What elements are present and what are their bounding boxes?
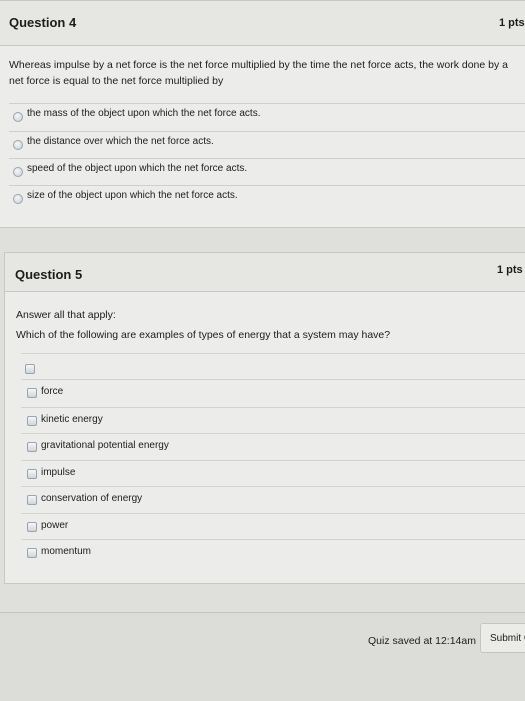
- question-5-option-6[interactable]: power: [21, 513, 525, 540]
- radio-button[interactable]: [13, 112, 23, 122]
- radio-button[interactable]: [13, 140, 23, 150]
- question-4-option-3[interactable]: speed of the object upon which the net f…: [9, 158, 525, 183]
- checkbox: [25, 364, 35, 374]
- question-5-option-2[interactable]: kinetic energy: [21, 407, 525, 434]
- checkbox[interactable]: [27, 548, 37, 558]
- question-5-instruction: Answer all that apply:: [16, 309, 116, 321]
- quiz-footer: Quiz saved at 12:14am Submit C: [0, 612, 525, 701]
- option-label: the mass of the object upon which the ne…: [27, 108, 261, 119]
- question-4-text: Whereas impulse by a net force is the ne…: [9, 59, 509, 87]
- answer-header-row: [21, 353, 525, 378]
- checkbox[interactable]: [27, 442, 37, 452]
- question-4-points: 1 pts: [499, 17, 525, 29]
- checkbox[interactable]: [27, 495, 37, 505]
- checkbox[interactable]: [27, 416, 37, 426]
- submit-quiz-button[interactable]: Submit C: [480, 623, 525, 653]
- checkbox[interactable]: [27, 469, 37, 479]
- radio-button[interactable]: [13, 194, 23, 204]
- question-5-header: Question 5 1 pts: [5, 253, 525, 292]
- option-label: momentum: [41, 546, 92, 557]
- question-4-title: Question 4: [9, 15, 77, 30]
- question-5-option-5[interactable]: conservation of energy: [21, 486, 525, 513]
- question-4-header: Question 4 1 pts: [0, 1, 525, 46]
- option-label: gravitational potential energy: [41, 440, 169, 451]
- question-4-option-2[interactable]: the distance over which the net force ac…: [9, 131, 525, 156]
- question-5-card: Question 5 1 pts Answer all that apply: …: [4, 252, 525, 584]
- question-5-points: 1 pts: [497, 264, 523, 276]
- option-label: impulse: [41, 467, 76, 478]
- question-5-option-1[interactable]: force: [21, 379, 525, 406]
- option-label: kinetic energy: [41, 414, 103, 425]
- question-5-option-3[interactable]: gravitational potential energy: [21, 433, 525, 460]
- question-4-option-4[interactable]: size of the object upon which the net fo…: [9, 185, 525, 210]
- radio-button[interactable]: [13, 167, 23, 177]
- question-5-title: Question 5: [15, 267, 83, 282]
- option-label: the distance over which the net force ac…: [27, 136, 214, 147]
- question-5-text: Which of the following are examples of t…: [16, 329, 391, 341]
- question-5-option-7[interactable]: momentum: [21, 539, 525, 566]
- question-5-option-4[interactable]: impulse: [21, 460, 525, 487]
- option-label: size of the object upon which the net fo…: [27, 190, 238, 201]
- option-label: power: [41, 520, 69, 531]
- option-label: force: [41, 386, 64, 397]
- question-4-card: Question 4 1 pts Whereas impulse by a ne…: [0, 0, 525, 228]
- option-label: speed of the object upon which the net f…: [27, 163, 248, 174]
- checkbox[interactable]: [27, 388, 37, 398]
- option-label: conservation of energy: [41, 493, 143, 504]
- question-4-option-1[interactable]: the mass of the object upon which the ne…: [9, 103, 525, 128]
- checkbox[interactable]: [27, 522, 37, 532]
- quiz-saved-status: Quiz saved at 12:14am: [368, 635, 476, 647]
